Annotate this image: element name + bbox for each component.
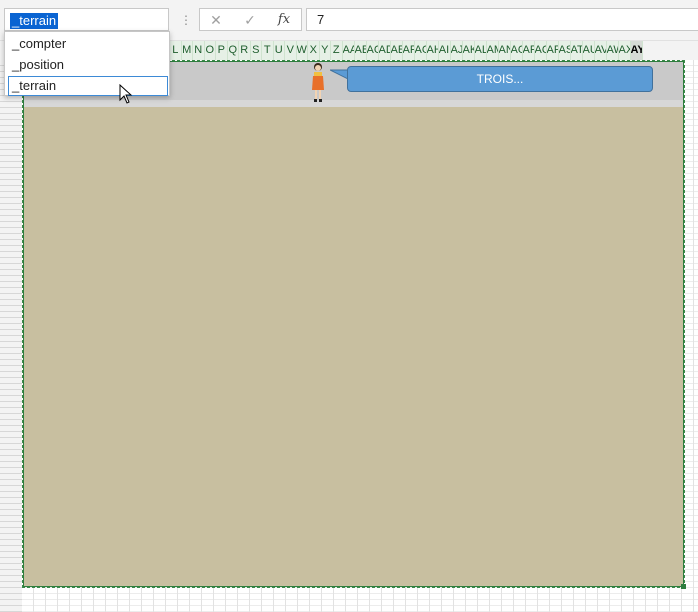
formula-value[interactable]: 7 <box>317 12 324 27</box>
column-header[interactable]: AR <box>546 41 559 60</box>
doll-icon <box>312 63 324 102</box>
name-box-value[interactable]: _terrain <box>10 13 59 29</box>
column-header[interactable]: AT <box>570 41 583 60</box>
column-header[interactable]: AV <box>594 41 607 60</box>
name-box[interactable]: _terrain <box>4 8 169 31</box>
terrain-range[interactable] <box>23 61 684 587</box>
column-header[interactable]: AB <box>354 41 367 60</box>
cancel-x-icon[interactable]: ✕ <box>202 10 230 30</box>
column-header[interactable]: V <box>285 41 297 60</box>
speech-bubble: TROIS... <box>347 66 653 92</box>
formula-buttons: ✕ ✓ fx <box>199 8 302 31</box>
insert-function-icon[interactable]: fx <box>270 10 298 30</box>
column-header[interactable]: AU <box>582 41 595 60</box>
column-header[interactable]: N <box>193 41 205 60</box>
formula-input[interactable]: 7 <box>306 8 698 31</box>
column-header[interactable]: AG <box>414 41 427 60</box>
column-header[interactable]: AN <box>498 41 511 60</box>
column-header[interactable]: AY <box>630 41 643 60</box>
checkmark-icon[interactable]: ✓ <box>236 10 264 30</box>
column-header[interactable]: R <box>239 41 251 60</box>
column-header[interactable]: AJ <box>450 41 463 60</box>
column-header[interactable]: AI <box>438 41 451 60</box>
column-header[interactable]: W <box>296 41 308 60</box>
column-header-row: LMNOPQRSTUVWXYZAAABACADAEAFAGAHAIAJAKALA… <box>170 41 643 60</box>
column-header[interactable]: AK <box>462 41 475 60</box>
column-header[interactable]: AX <box>618 41 631 60</box>
column-header[interactable]: AL <box>474 41 487 60</box>
column-header[interactable]: AM <box>486 41 499 60</box>
column-header[interactable]: AC <box>366 41 379 60</box>
column-header[interactable]: P <box>216 41 228 60</box>
fill-handle[interactable] <box>681 584 686 589</box>
column-header[interactable]: AA <box>342 41 355 60</box>
column-header[interactable]: AQ <box>534 41 547 60</box>
dropdown-item-terrain[interactable]: _terrain <box>8 76 168 96</box>
column-header[interactable]: AH <box>426 41 439 60</box>
column-header[interactable]: Z <box>331 41 343 60</box>
column-header[interactable]: AE <box>390 41 403 60</box>
column-header[interactable]: Y <box>319 41 331 60</box>
column-header[interactable]: AS <box>558 41 571 60</box>
row-headers[interactable] <box>0 60 23 612</box>
column-header[interactable]: AD <box>378 41 391 60</box>
more-options-icon[interactable]: ⋮ <box>180 10 192 30</box>
column-header[interactable]: T <box>262 41 274 60</box>
name-dropdown: _compter _position _terrain <box>4 31 170 96</box>
column-header[interactable]: O <box>204 41 216 60</box>
column-header[interactable]: U <box>273 41 285 60</box>
column-header[interactable]: AF <box>402 41 415 60</box>
column-header[interactable]: S <box>250 41 262 60</box>
column-header[interactable]: X <box>308 41 320 60</box>
mouse-cursor-icon <box>119 84 133 104</box>
column-header[interactable]: L <box>170 41 182 60</box>
dropdown-item-position[interactable]: _position <box>8 55 168 75</box>
column-header[interactable]: Q <box>227 41 239 60</box>
dropdown-item-compter[interactable]: _compter <box>8 34 168 54</box>
column-header[interactable]: M <box>181 41 193 60</box>
column-header[interactable]: AO <box>510 41 523 60</box>
column-header[interactable]: AW <box>606 41 619 60</box>
column-header[interactable]: AP <box>522 41 535 60</box>
